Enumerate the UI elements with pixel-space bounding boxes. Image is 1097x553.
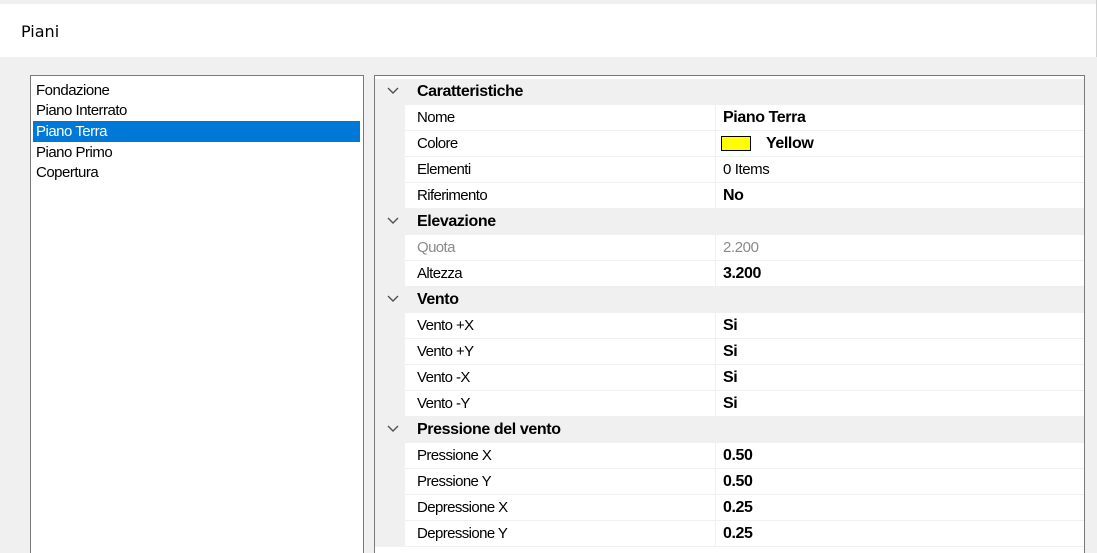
- property-value[interactable]: Piano Terra: [723, 105, 806, 131]
- property-value[interactable]: Si: [723, 313, 738, 339]
- floor-item-piano-primo[interactable]: Piano Primo: [33, 142, 113, 163]
- property-value[interactable]: 0 Items: [723, 157, 770, 183]
- property-name: Depressione X: [417, 499, 508, 516]
- property-name: Vento -Y: [417, 395, 470, 412]
- category-vento[interactable]: Vento: [375, 287, 1084, 313]
- category-elevazione[interactable]: Elevazione: [375, 209, 1084, 235]
- category-label: Vento: [417, 291, 459, 308]
- category-caratteristiche[interactable]: Caratteristiche: [375, 79, 1084, 105]
- chevron-down-icon[interactable]: [387, 425, 399, 433]
- property-row-riferimento[interactable]: Riferimento No: [375, 183, 1084, 209]
- property-name: Altezza: [417, 265, 463, 282]
- property-row-depressione-y[interactable]: Depressione Y 0.25: [375, 521, 1084, 547]
- property-row-nome[interactable]: Nome Piano Terra: [375, 105, 1084, 131]
- property-grid: Caratteristiche Nome Piano Terra Colore …: [374, 75, 1085, 553]
- property-value[interactable]: Si: [723, 339, 738, 365]
- category-pressione-del-vento[interactable]: Pressione del vento: [375, 417, 1084, 443]
- property-row-elementi[interactable]: Elementi 0 Items: [375, 157, 1084, 183]
- property-row-colore[interactable]: Colore Yellow: [375, 131, 1084, 157]
- property-row-vento-x-neg[interactable]: Vento -X Si: [375, 365, 1084, 391]
- property-value[interactable]: 0.25: [723, 495, 753, 521]
- color-swatch: [721, 136, 751, 151]
- property-name: Depressione Y: [417, 525, 508, 542]
- property-row-vento-x-pos[interactable]: Vento +X Si: [375, 313, 1084, 339]
- property-value[interactable]: Yellow: [766, 131, 814, 157]
- property-row-quota[interactable]: Quota 2.200: [375, 235, 1084, 261]
- property-name: Vento -X: [417, 369, 470, 386]
- floor-item-fondazione[interactable]: Fondazione: [33, 80, 110, 101]
- property-value[interactable]: Si: [723, 391, 738, 417]
- property-value[interactable]: 0.50: [723, 469, 753, 495]
- title-bar: Piani: [0, 0, 1097, 57]
- chevron-down-icon[interactable]: [387, 295, 399, 303]
- property-name: Riferimento: [417, 187, 488, 204]
- property-value[interactable]: Si: [723, 365, 738, 391]
- property-row-vento-y-pos[interactable]: Vento +Y Si: [375, 339, 1084, 365]
- property-name: Colore: [417, 135, 458, 152]
- property-name: Elementi: [417, 161, 471, 178]
- floor-item-copertura[interactable]: Copertura: [33, 162, 99, 183]
- property-row-depressione-x[interactable]: Depressione X 0.25: [375, 495, 1084, 521]
- chevron-down-icon[interactable]: [387, 87, 399, 95]
- piani-window: Piani Fondazione Piano Interrato Piano T…: [0, 0, 1097, 553]
- property-name: Quota: [417, 239, 455, 256]
- window-title: Piani: [21, 22, 60, 41]
- property-name: Vento +X: [417, 317, 474, 334]
- property-value[interactable]: 3.200: [723, 261, 761, 287]
- property-row-vento-y-neg[interactable]: Vento -Y Si: [375, 391, 1084, 417]
- property-value[interactable]: No: [723, 183, 744, 209]
- chevron-down-icon[interactable]: [387, 217, 399, 225]
- property-name: Pressione X: [417, 447, 492, 464]
- property-value: 2.200: [723, 239, 759, 256]
- property-value[interactable]: 0.50: [723, 443, 753, 469]
- category-label: Caratteristiche: [417, 83, 524, 100]
- floor-item-piano-interrato[interactable]: Piano Interrato: [33, 100, 127, 121]
- property-name: Vento +Y: [417, 343, 474, 360]
- property-row-pressione-x[interactable]: Pressione X 0.50: [375, 443, 1084, 469]
- category-label: Elevazione: [417, 213, 496, 230]
- floor-list[interactable]: Fondazione Piano Interrato Piano Terra P…: [30, 75, 364, 553]
- floor-item-piano-terra[interactable]: Piano Terra: [33, 121, 360, 142]
- property-name: Nome: [417, 109, 455, 126]
- property-row-pressione-y[interactable]: Pressione Y 0.50: [375, 469, 1084, 495]
- property-row-altezza[interactable]: Altezza 3.200: [375, 261, 1084, 287]
- category-label: Pressione del vento: [417, 421, 561, 438]
- property-name: Pressione Y: [417, 473, 492, 490]
- property-value[interactable]: 0.25: [723, 521, 753, 547]
